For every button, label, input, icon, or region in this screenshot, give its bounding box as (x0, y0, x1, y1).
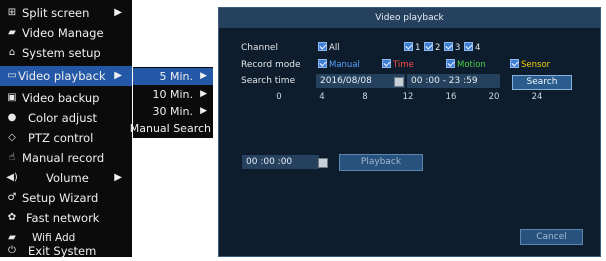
menu-item-video-playback[interactable]: ▭ Video playback ▶ (0, 66, 132, 86)
checkbox-checked-icon (404, 42, 413, 51)
checkbox-checked-icon (446, 59, 455, 68)
mode-time-checkbox[interactable]: Time (382, 59, 414, 71)
menu-item-setup-wizard[interactable]: ♂ Setup Wizard (0, 188, 132, 208)
chevron-right-icon: ▶ (200, 106, 207, 116)
menu-item-fast-network[interactable]: ✿ Fast network (0, 208, 132, 228)
timeline-tick: 4 (319, 92, 325, 102)
chevron-right-icon: ▶ (200, 71, 207, 81)
submenu-item-label: 30 Min. (152, 105, 193, 118)
checkbox-checked-icon (318, 59, 327, 68)
home-icon: ⌂ (8, 47, 16, 58)
chevron-right-icon: ▶ (114, 7, 122, 18)
timeline-tick: 8 (362, 92, 368, 102)
checkbox-checked-icon (464, 42, 473, 51)
menu-item-label: Manual record (22, 151, 105, 165)
ptz-icon: ◇ (8, 132, 16, 143)
channel-3-checkbox[interactable]: 3 (444, 42, 460, 54)
menu-item-ptz-control[interactable]: ◇ PTZ control (0, 128, 132, 148)
channel-1-checkbox[interactable]: 1 (404, 42, 420, 54)
menu-item-label: PTZ control (28, 131, 94, 145)
menu-item-exit-system[interactable]: ⏻ Exit System (0, 241, 132, 261)
chevron-right-icon: ▶ (114, 70, 122, 81)
power-icon: ⏻ (8, 245, 16, 256)
date-input[interactable]: 2016/08/08 (316, 74, 405, 88)
submenu-item-30-min[interactable]: 30 Min. ▶ (133, 103, 213, 120)
timeline-tick: 16 (445, 92, 457, 102)
video-playback-window: Video playback Channel All 1 2 3 4 Recor… (218, 7, 601, 257)
submenu-item-label: Manual Search (129, 122, 211, 135)
mode-manual-checkbox[interactable]: Manual (318, 59, 360, 71)
submenu-item-label: 10 Min. (152, 88, 193, 101)
checkbox-checked-icon (382, 59, 391, 68)
submenu-item-manual-search[interactable]: Manual Search (129, 120, 213, 137)
menu-item-label: Setup Wizard (22, 191, 99, 205)
checkbox-checked-icon (318, 42, 327, 51)
playback-submenu: 5 Min. ▶ 10 Min. ▶ 30 Min. ▶ Manual Sear… (129, 67, 213, 138)
camera-icon: ▰ (8, 27, 16, 38)
channel-label: Channel (241, 43, 278, 53)
hand-icon: ☝ (8, 152, 16, 163)
channel-all-checkbox[interactable]: All (318, 42, 340, 54)
timeline-tick: 0 (276, 92, 282, 102)
playback-time-input[interactable]: 00 :00 :00 (242, 155, 319, 169)
palette-icon: ● (7, 112, 17, 123)
search-button[interactable]: Search (512, 75, 572, 90)
timeline-tick: 20 (488, 92, 500, 102)
submenu-item-5-min[interactable]: 5 Min. ▶ (133, 68, 213, 85)
menu-item-volume[interactable]: ◀) Volume ▶ (0, 168, 132, 188)
menu-item-manual-record[interactable]: ☝ Manual record (0, 148, 132, 168)
submenu-item-10-min[interactable]: 10 Min. ▶ (133, 86, 213, 103)
chevron-right-icon: ▶ (200, 89, 207, 99)
menu-item-label: Color adjust (28, 111, 98, 125)
menu-item-label: Video Manage (22, 26, 104, 40)
main-menu: ⊞ Split screen ▶ ▰ Video Manage ⌂ System… (0, 0, 132, 258)
menu-item-label: Fast network (26, 211, 100, 225)
playback-button[interactable]: Playback (339, 154, 423, 171)
menu-item-label: Video backup (22, 91, 100, 105)
menu-item-label: Split screen (22, 6, 90, 20)
submenu-item-label: 5 Min. (159, 70, 193, 83)
channel-4-checkbox[interactable]: 4 (464, 42, 480, 54)
network-icon: ✿ (7, 212, 17, 223)
calendar-icon[interactable] (394, 77, 404, 87)
menu-item-video-backup[interactable]: ▣ Video backup (0, 88, 132, 108)
menu-item-video-manage[interactable]: ▰ Video Manage (0, 23, 132, 43)
timeline-tick: 12 (402, 92, 414, 102)
checkbox-checked-icon (510, 59, 519, 68)
time-range-input[interactable]: 00 :00 - 23 :59 (407, 74, 500, 88)
checkbox-checked-icon (444, 42, 453, 51)
grid-icon: ⊞ (7, 7, 17, 18)
mode-sensor-checkbox[interactable]: Sensor (510, 59, 550, 71)
channel-2-checkbox[interactable]: 2 (424, 42, 440, 54)
chevron-right-icon: ▶ (114, 172, 122, 183)
mode-motion-checkbox[interactable]: Motion (446, 59, 486, 71)
window-title: Video playback (219, 8, 600, 28)
search-time-label: Search time (241, 76, 296, 86)
speaker-icon: ◀) (6, 172, 18, 183)
film-icon: ▭ (7, 70, 17, 81)
menu-item-color-adjust[interactable]: ● Color adjust (0, 108, 132, 128)
time-picker-icon[interactable] (318, 158, 328, 168)
menu-item-label: Exit System (28, 244, 97, 258)
menu-item-label: System setup (22, 46, 101, 60)
timeline-tick: 24 (531, 92, 543, 102)
menu-item-label: Volume (46, 171, 89, 185)
cancel-button[interactable]: Cancel (520, 229, 583, 245)
record-mode-label: Record mode (241, 60, 301, 70)
wizard-icon: ♂ (7, 192, 17, 203)
checkbox-checked-icon (424, 42, 433, 51)
menu-item-label: Video playback (18, 69, 106, 83)
menu-item-split-screen[interactable]: ⊞ Split screen ▶ (0, 3, 132, 23)
save-icon: ▣ (7, 92, 17, 103)
menu-item-system-setup[interactable]: ⌂ System setup (0, 43, 132, 63)
